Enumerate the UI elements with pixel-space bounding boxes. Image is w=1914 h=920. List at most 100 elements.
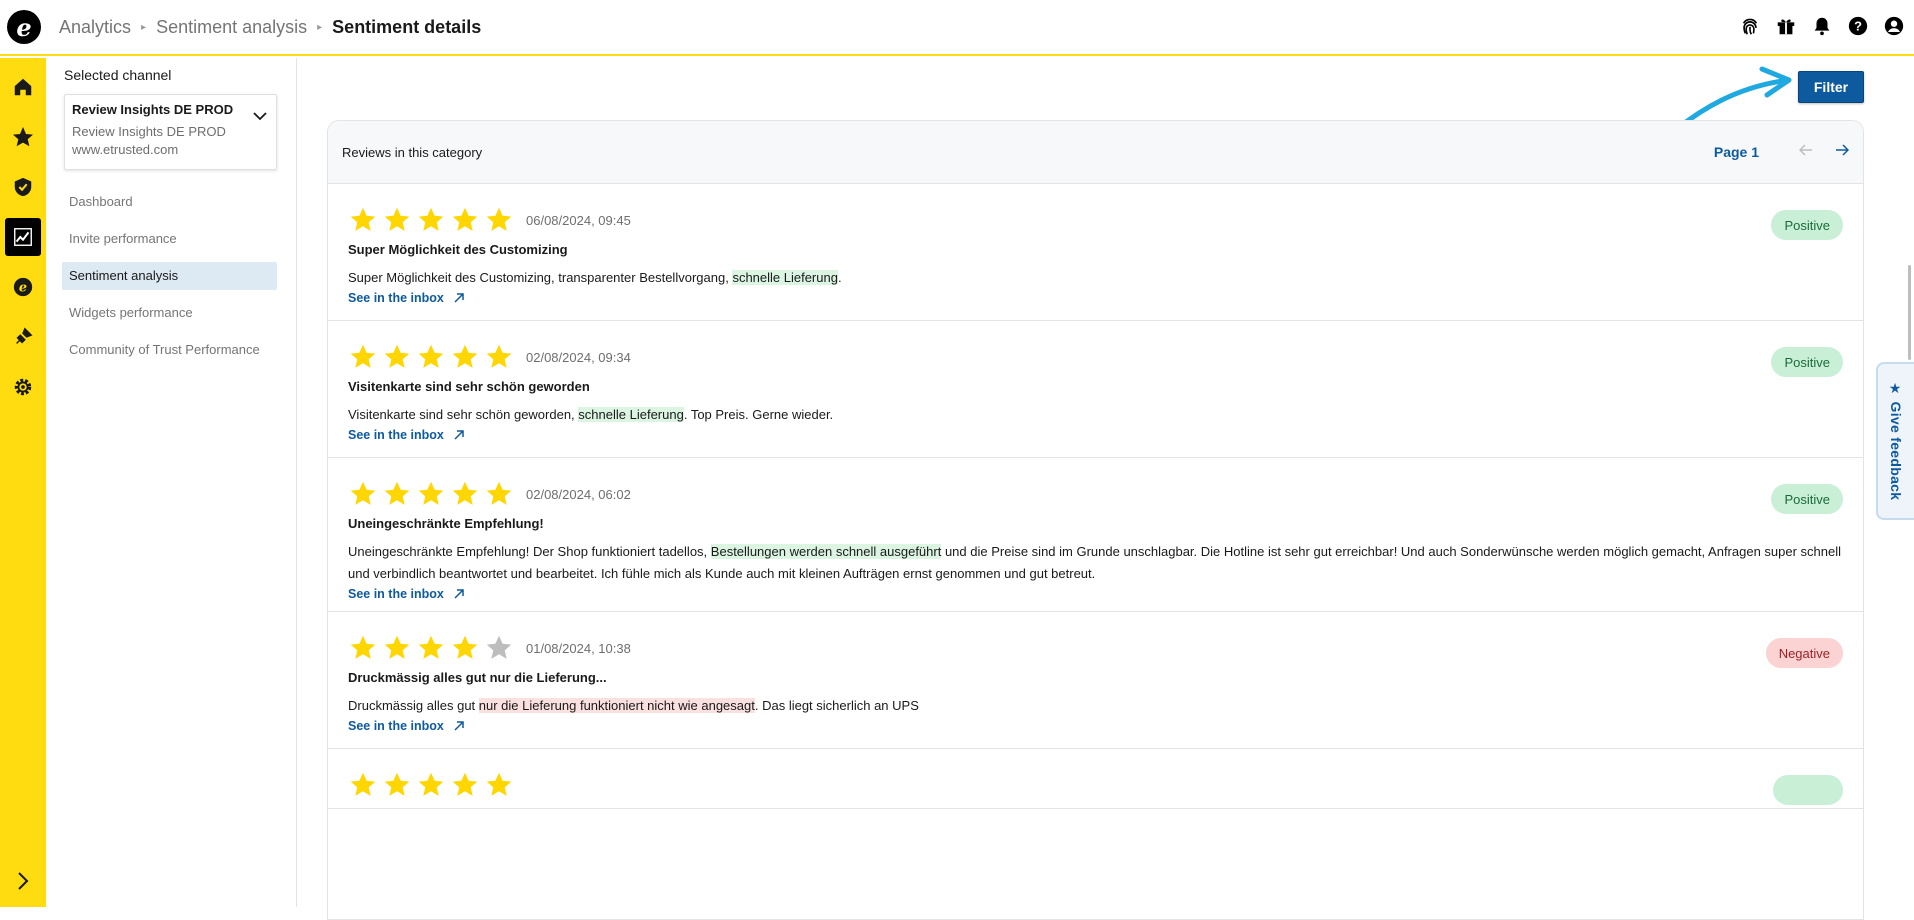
home-icon[interactable] <box>0 62 46 112</box>
breadcrumb-analytics[interactable]: Analytics <box>59 17 131 38</box>
filter-button[interactable]: Filter <box>1798 71 1864 103</box>
star-icon[interactable] <box>0 112 46 162</box>
channel-selector[interactable]: Review Insights DE PROD Review Insights … <box>64 94 277 170</box>
review-text-before: Super Möglichkeit des Customizing, trans… <box>348 270 729 285</box>
star-filled-icon <box>350 772 376 796</box>
top-bar: e Analytics ▸ Sentiment analysis ▸ Senti… <box>0 0 1914 56</box>
star-filled-icon <box>486 344 512 368</box>
star-small-icon: ★ <box>1888 381 1904 402</box>
star-filled-icon <box>452 635 478 659</box>
prev-page-icon[interactable] <box>1798 143 1813 161</box>
bell-icon[interactable] <box>1810 14 1834 38</box>
sidebar-item-invite-performance[interactable]: Invite performance <box>62 225 277 253</box>
see-in-inbox-link[interactable]: See in the inbox <box>348 291 466 305</box>
star-filled-icon <box>486 481 512 505</box>
selected-channel-label: Selected channel <box>64 67 172 83</box>
review-item <box>328 749 1863 809</box>
plug-icon[interactable] <box>0 312 46 362</box>
review-header: 01/08/2024, 10:38 <box>348 634 1843 662</box>
give-feedback-label: Give feedback <box>1888 401 1904 501</box>
see-in-inbox-label: See in the inbox <box>348 291 444 305</box>
etrusted-logo[interactable]: e <box>7 10 41 44</box>
star-filled-icon <box>384 481 410 505</box>
review-text: Visitenkarte sind sehr schön geworden, s… <box>348 404 1843 426</box>
star-rating <box>348 343 514 371</box>
shield-check-icon[interactable] <box>0 162 46 212</box>
star-filled-icon <box>350 207 376 231</box>
review-title: Druckmässig alles gut nur die Lieferung.… <box>348 670 607 685</box>
page-title: Sentiment details <box>332 16 482 37</box>
sidebar-item-community-of-trust[interactable]: Community of Trust Performance <box>62 336 277 364</box>
star-rating <box>348 480 514 508</box>
breadcrumb-separator-icon: ▸ <box>317 21 323 33</box>
svg-text:?: ? <box>1854 19 1862 34</box>
top-icons: ? <box>1738 14 1906 38</box>
card-title: Reviews in this category <box>342 144 483 160</box>
sidebar-item-sentiment-analysis[interactable]: Sentiment analysis <box>62 262 277 290</box>
review-date: 01/08/2024, 10:38 <box>526 640 631 656</box>
star-filled-icon <box>418 772 444 796</box>
gift-icon[interactable] <box>1774 14 1798 38</box>
chevron-down-icon <box>252 109 268 127</box>
review-text: Uneingeschränkte Empfehlung! Der Shop fu… <box>348 541 1843 585</box>
see-in-inbox-link[interactable]: See in the inbox <box>348 719 466 733</box>
see-in-inbox-link[interactable]: See in the inbox <box>348 428 466 442</box>
give-feedback-tab[interactable]: ★ Give feedback <box>1876 362 1914 520</box>
review-text-after: . Das liegt sicherlich an UPS <box>754 698 919 713</box>
see-in-inbox-link[interactable]: See in the inbox <box>348 587 466 601</box>
scrollbar[interactable] <box>1908 265 1911 360</box>
review-header: 06/08/2024, 09:45 <box>348 206 1843 234</box>
review-text-before: Uneingeschränkte Empfehlung! Der Shop fu… <box>348 544 708 559</box>
expand-sidebar-icon[interactable] <box>11 869 35 893</box>
sentiment-badge: Negative <box>1765 638 1843 668</box>
sentiment-badge: Positive <box>1771 484 1843 514</box>
gear-icon[interactable] <box>0 362 46 412</box>
pagination: Page 1 <box>1713 143 1850 161</box>
star-rating <box>348 206 514 234</box>
coin-icon[interactable]: e <box>0 262 46 312</box>
see-in-inbox-label: See in the inbox <box>348 587 444 601</box>
sidebar: Selected channel Review Insights DE PROD… <box>46 58 297 907</box>
sentiment-highlight: Bestellungen werden schnell ausgeführt <box>710 544 942 559</box>
help-icon[interactable]: ? <box>1846 14 1870 38</box>
breadcrumb: Analytics ▸ Sentiment analysis ▸ Sentime… <box>59 17 481 38</box>
analytics-icon[interactable] <box>5 218 41 256</box>
star-filled-icon <box>418 635 444 659</box>
left-rail: e <box>0 58 46 907</box>
page-indicator: Page 1 <box>1713 144 1759 160</box>
sidebar-item-widgets-performance[interactable]: Widgets performance <box>62 299 277 327</box>
sentiment-highlight: nur die Lieferung funktioniert nicht wie… <box>478 698 755 713</box>
fingerprint-icon[interactable] <box>1738 14 1762 38</box>
review-title: Super Möglichkeit des Customizing <box>348 242 568 257</box>
external-link-icon <box>454 721 464 731</box>
sentiment-badge: Positive <box>1771 210 1843 240</box>
star-empty-icon <box>486 635 512 659</box>
star-filled-icon <box>384 772 410 796</box>
review-header: 02/08/2024, 06:02 <box>348 480 1843 508</box>
external-link-icon <box>454 430 464 440</box>
main-content: Filter Reviews in this category Page 1 0… <box>297 58 1914 920</box>
star-filled-icon <box>452 772 478 796</box>
star-filled-icon <box>384 207 410 231</box>
star-filled-icon <box>418 481 444 505</box>
star-filled-icon <box>452 481 478 505</box>
channel-subtitle: Review Insights DE PROD <box>72 124 226 139</box>
sidebar-item-dashboard[interactable]: Dashboard <box>62 188 277 216</box>
svg-text:e: e <box>19 281 27 296</box>
review-date: 06/08/2024, 09:45 <box>526 212 631 228</box>
star-filled-icon <box>486 772 512 796</box>
review-text-after: . <box>837 270 842 285</box>
next-page-icon[interactable] <box>1835 143 1850 161</box>
external-link-icon <box>454 589 464 599</box>
breadcrumb-sentiment-analysis[interactable]: Sentiment analysis <box>156 17 307 38</box>
channel-url: www.etrusted.com <box>72 142 179 157</box>
review-text-before: Druckmässig alles gut <box>348 698 476 713</box>
external-link-icon <box>454 293 464 303</box>
review-text-before: Visitenkarte sind sehr schön geworden, <box>348 407 575 422</box>
review-text-after: . Top Preis. Gerne wieder. <box>683 407 834 422</box>
review-item: 01/08/2024, 10:38 Druckmässig alles gut n… <box>328 612 1863 749</box>
review-text: Druckmässig alles gut nur die Lieferung … <box>348 695 1843 717</box>
account-icon[interactable] <box>1882 14 1906 38</box>
sentiment-highlight: schnelle Lieferung <box>578 407 684 422</box>
review-item: 06/08/2024, 09:45 Super Möglichkeit des C… <box>328 184 1863 321</box>
